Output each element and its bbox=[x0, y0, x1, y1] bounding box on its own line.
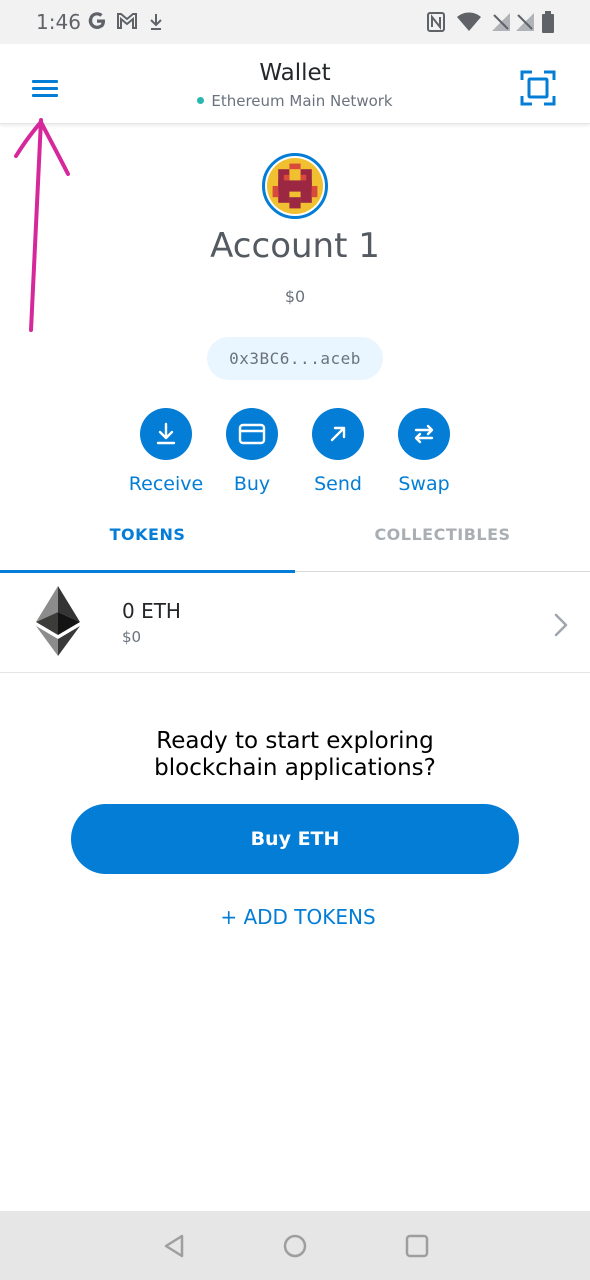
token-row-eth[interactable]: 0 ETH $0 bbox=[0, 572, 590, 673]
download-arrow-icon bbox=[150, 14, 162, 30]
network-indicator[interactable]: Ethereum Main Network bbox=[0, 92, 590, 110]
account-address[interactable]: 0x3BC6...aceb bbox=[207, 337, 383, 380]
buy-button[interactable]: Buy bbox=[212, 408, 292, 500]
send-button[interactable]: Send bbox=[298, 408, 378, 500]
receive-icon bbox=[156, 422, 176, 445]
chevron-right-icon bbox=[554, 613, 568, 637]
swap-icon bbox=[414, 424, 434, 444]
token-amount: 0 ETH bbox=[122, 599, 181, 623]
recents-icon[interactable] bbox=[402, 1231, 432, 1261]
buy-label: Buy bbox=[233, 473, 271, 495]
nfc-icon bbox=[427, 12, 445, 32]
card-icon bbox=[238, 423, 266, 445]
buy-eth-button[interactable]: Buy ETH bbox=[71, 804, 519, 874]
ethereum-icon bbox=[36, 586, 80, 656]
account-avatar[interactable] bbox=[262, 153, 328, 219]
battery-icon bbox=[542, 11, 554, 33]
receive-button[interactable]: Receive bbox=[126, 408, 206, 500]
scan-qr-icon[interactable] bbox=[514, 66, 562, 110]
explore-prompt: Ready to start exploring blockchain appl… bbox=[95, 728, 495, 782]
receive-label: Receive bbox=[128, 473, 204, 495]
asset-tabs: TOKENS COLLECTIBLES bbox=[0, 510, 590, 573]
tab-tokens[interactable]: TOKENS bbox=[0, 510, 295, 573]
tab-collectibles[interactable]: COLLECTIBLES bbox=[295, 510, 590, 571]
explore-prompt-line-2: blockchain applications? bbox=[154, 755, 436, 781]
signal-icon bbox=[492, 13, 510, 31]
status-time: 1:46 bbox=[36, 10, 81, 34]
account-balance: $0 bbox=[284, 287, 306, 306]
send-arrow-icon bbox=[330, 426, 346, 442]
system-nav-bar bbox=[0, 1211, 590, 1280]
signal-icon bbox=[516, 13, 534, 31]
page-title: Wallet bbox=[259, 60, 331, 86]
network-status-dot bbox=[197, 97, 205, 104]
network-name: Ethereum Main Network bbox=[211, 92, 393, 110]
wifi-icon bbox=[457, 12, 481, 31]
google-icon bbox=[88, 12, 105, 29]
status-bar: 1:46 bbox=[0, 0, 590, 44]
swap-label: Swap bbox=[398, 473, 450, 495]
app-header: Wallet Ethereum Main Network bbox=[0, 44, 590, 124]
identicon-image bbox=[267, 158, 323, 214]
add-tokens-link[interactable]: + ADD TOKENS bbox=[0, 905, 590, 929]
account-name[interactable]: Account 1 bbox=[0, 226, 590, 266]
swap-button[interactable]: Swap bbox=[384, 408, 464, 500]
gmail-icon bbox=[117, 13, 137, 29]
send-label: Send bbox=[314, 473, 362, 495]
back-icon[interactable] bbox=[160, 1231, 190, 1261]
home-icon[interactable] bbox=[280, 1231, 310, 1261]
token-fiat-value: $0 bbox=[122, 628, 142, 646]
explore-prompt-line-1: Ready to start exploring bbox=[156, 728, 434, 754]
